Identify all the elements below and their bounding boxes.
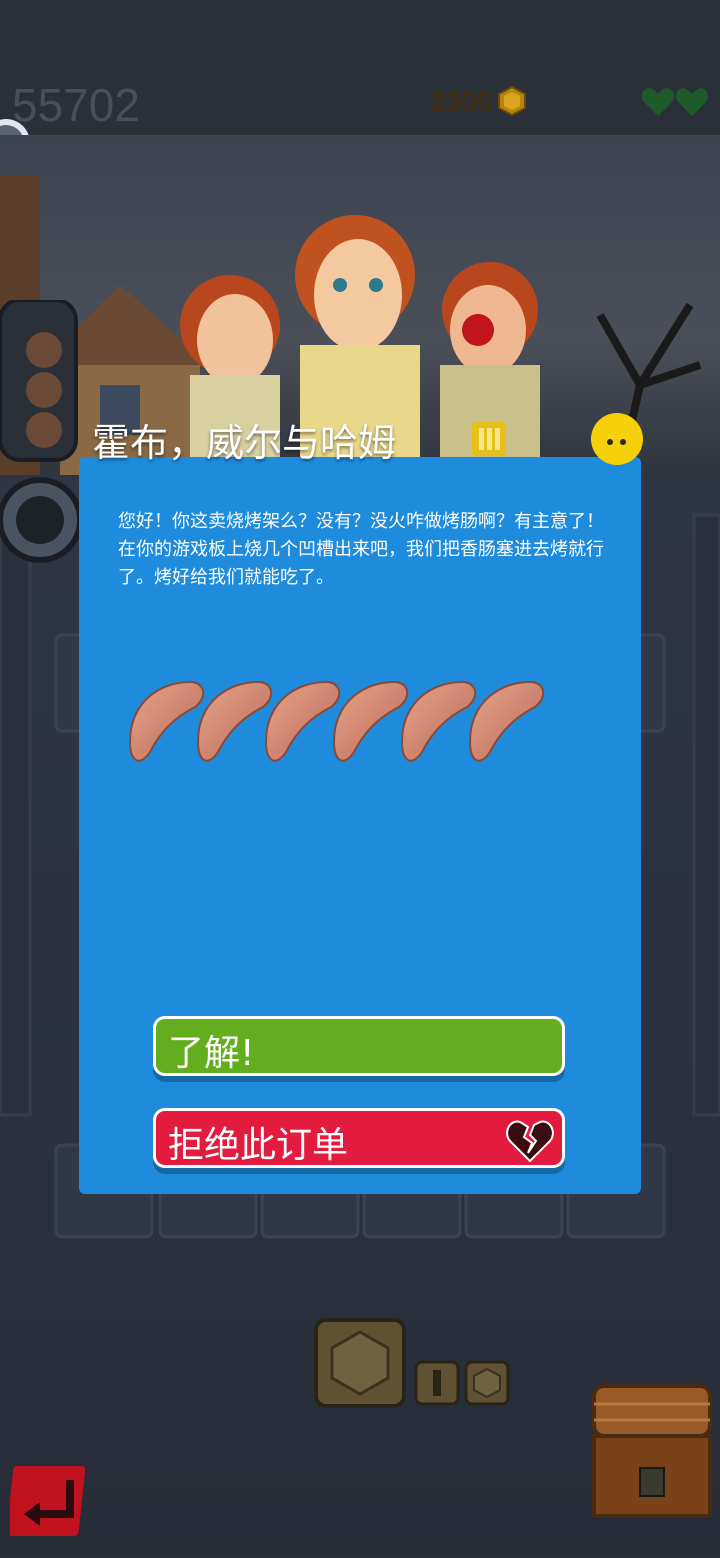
rock-machine-icon [0,300,80,563]
sausage-icon [332,680,409,762]
reject-button-label: 拒绝此订单 [168,1125,349,1166]
accept-button[interactable]: 了解! [153,1016,565,1076]
order-items [128,680,545,762]
customer-name: 霍布，威尔与哈姆 [92,421,397,465]
sausage-icon [468,680,545,762]
sausage-icon [128,680,205,762]
mood-smiley-icon [591,413,643,465]
accept-button-label: 了解! [168,1033,255,1074]
coin-count: 2306 [430,86,493,117]
score-display: 55702 [12,79,140,131]
next-piece-icon[interactable] [314,1318,406,1408]
reject-order-button[interactable]: 拒绝此订单 [153,1108,565,1168]
sausage-icon [196,680,273,762]
broken-heart-icon [506,1120,554,1163]
sausage-icon [264,680,341,762]
order-message: 您好！你这卖烧烤架么？没有？没火咋做烤肠啊？有主意了！在你的游戏板上烧几个凹槽出… [118,511,604,588]
piece-slot-icon[interactable] [414,1360,460,1406]
lives-hearts-icon [641,88,709,116]
treasure-chest-icon[interactable] [592,1384,712,1520]
back-arrow-icon[interactable] [10,1462,90,1540]
coin-icon [498,86,526,116]
sausage-icon [400,680,477,762]
pause-icon[interactable] [472,422,506,456]
piece-slot-icon[interactable] [464,1360,510,1406]
